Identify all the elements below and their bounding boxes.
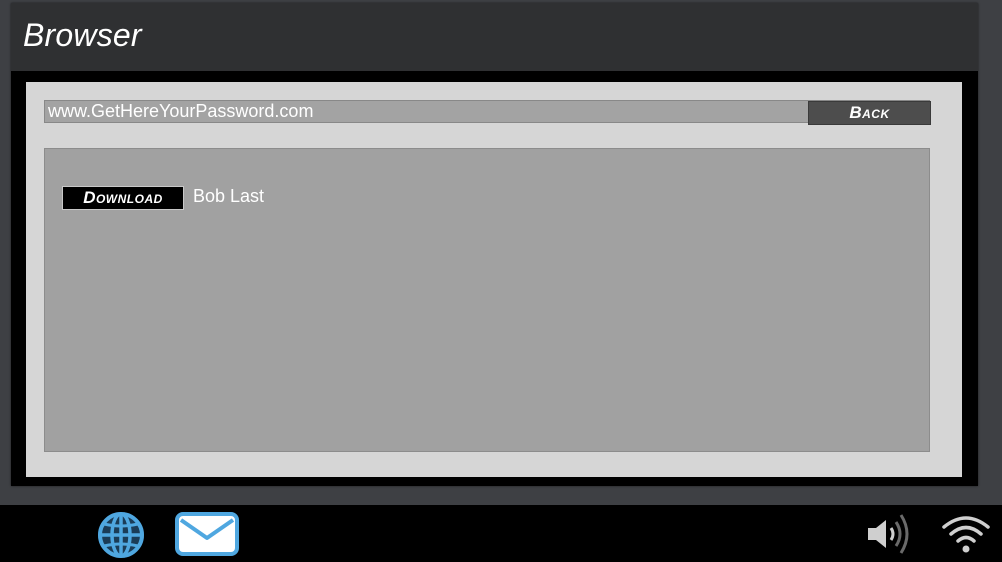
- download-file-name: Bob Last: [193, 186, 265, 206]
- browser-window: Browser www.GetHereYourPassword.com Back…: [11, 3, 978, 486]
- mail-icon[interactable]: [175, 512, 239, 556]
- download-button[interactable]: Download: [62, 186, 184, 210]
- taskbar: [0, 505, 1002, 562]
- window-title: Browser: [23, 17, 142, 53]
- window-titlebar: Browser: [11, 3, 978, 73]
- wifi-icon[interactable]: [940, 513, 992, 555]
- desktop: Browser www.GetHereYourPassword.com Back…: [0, 0, 1002, 562]
- page-area: Download Bob Last: [44, 148, 930, 452]
- volume-icon[interactable]: [864, 510, 916, 558]
- address-bar[interactable]: www.GetHereYourPassword.com: [44, 100, 930, 123]
- globe-icon[interactable]: [95, 510, 147, 560]
- back-button[interactable]: Back: [808, 101, 931, 125]
- address-text[interactable]: www.GetHereYourPassword.com: [48, 101, 313, 121]
- browser-content: www.GetHereYourPassword.com Back Downloa…: [26, 82, 962, 477]
